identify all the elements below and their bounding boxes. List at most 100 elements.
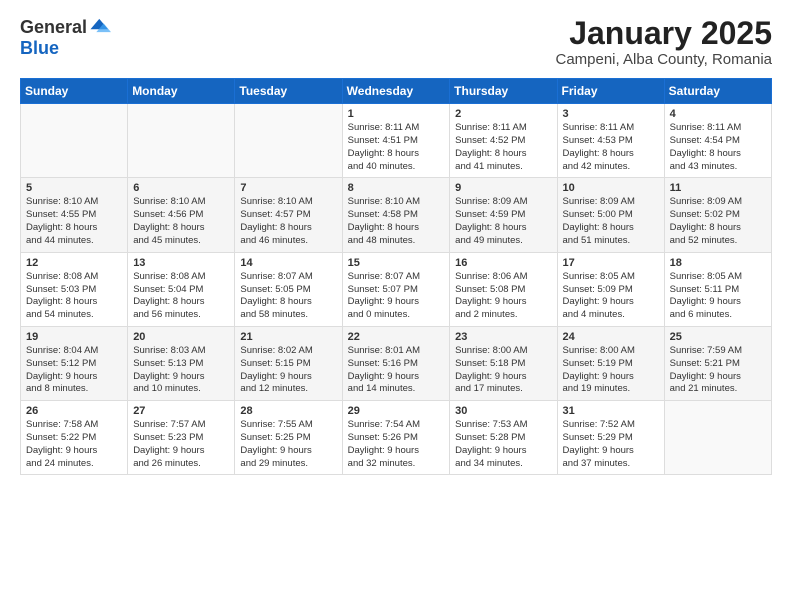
day-info: Sunrise: 7:55 AM Sunset: 5:25 PM Dayligh… xyxy=(240,419,336,470)
day-number: 5 xyxy=(26,182,122,194)
day-info: Sunrise: 8:11 AM Sunset: 4:52 PM Dayligh… xyxy=(455,122,551,173)
day-number: 13 xyxy=(133,257,229,269)
calendar-cell: 6 Sunrise: 8:10 AM Sunset: 4:56 PM Daylig… xyxy=(128,178,235,252)
day-info: Sunrise: 8:01 AM Sunset: 5:16 PM Dayligh… xyxy=(348,345,445,396)
day-info: Sunrise: 8:09 AM Sunset: 5:02 PM Dayligh… xyxy=(670,196,766,247)
day-number: 8 xyxy=(348,182,445,194)
day-number: 9 xyxy=(455,182,551,194)
day-info: Sunrise: 8:10 AM Sunset: 4:56 PM Dayligh… xyxy=(133,196,229,247)
calendar-cell: 29 Sunrise: 7:54 AM Sunset: 5:26 PM Dayli… xyxy=(342,401,450,475)
day-info: Sunrise: 8:10 AM Sunset: 4:58 PM Dayligh… xyxy=(348,196,445,247)
calendar-cell: 12Sunrise: 8:08 AM Sunset: 5:03 PM Dayli… xyxy=(21,252,128,326)
calendar-cell: 31 Sunrise: 7:52 AM Sunset: 5:29 PM Dayli… xyxy=(557,401,664,475)
calendar-cell: 27Sunrise: 7:57 AM Sunset: 5:23 PM Dayli… xyxy=(128,401,235,475)
col-friday: Friday xyxy=(557,79,664,104)
col-thursday: Thursday xyxy=(450,79,557,104)
calendar-cell: 16 Sunrise: 8:06 AM Sunset: 5:08 PM Dayli… xyxy=(450,252,557,326)
calendar-cell: 18 Sunrise: 8:05 AM Sunset: 5:11 PM Dayli… xyxy=(664,252,771,326)
day-info: Sunrise: 8:11 AM Sunset: 4:54 PM Dayligh… xyxy=(670,122,766,173)
calendar-cell: 14Sunrise: 8:07 AM Sunset: 5:05 PM Dayli… xyxy=(235,252,342,326)
day-number: 20 xyxy=(133,331,229,343)
day-number: 3 xyxy=(563,108,659,120)
day-info: Sunrise: 7:53 AM Sunset: 5:28 PM Dayligh… xyxy=(455,419,551,470)
col-tuesday: Tuesday xyxy=(235,79,342,104)
day-number: 29 xyxy=(348,405,445,417)
day-number: 4 xyxy=(670,108,766,120)
logo-icon xyxy=(89,16,111,38)
calendar-cell: 1 Sunrise: 8:11 AM Sunset: 4:51 PM Daylig… xyxy=(342,104,450,178)
day-number: 23 xyxy=(455,331,551,343)
calendar-week-row-4: 19 Sunrise: 8:04 AM Sunset: 5:12 PM Dayli… xyxy=(21,326,772,400)
day-number: 30 xyxy=(455,405,551,417)
day-number: 2 xyxy=(455,108,551,120)
day-number: 21 xyxy=(240,331,336,343)
day-number: 6 xyxy=(133,182,229,194)
day-info: Sunrise: 7:54 AM Sunset: 5:26 PM Dayligh… xyxy=(348,419,445,470)
calendar-cell: 20 Sunrise: 8:03 AM Sunset: 5:13 PM Dayli… xyxy=(128,326,235,400)
calendar-cell: 24Sunrise: 8:00 AM Sunset: 5:19 PM Dayli… xyxy=(557,326,664,400)
calendar-cell: 9 Sunrise: 8:09 AM Sunset: 4:59 PM Daylig… xyxy=(450,178,557,252)
header: General Blue January 2025 Campeni, Alba … xyxy=(20,16,772,68)
day-info: Sunrise: 8:10 AM Sunset: 4:55 PM Dayligh… xyxy=(26,196,122,247)
day-number: 15 xyxy=(348,257,445,269)
calendar-cell xyxy=(664,401,771,475)
day-number: 22 xyxy=(348,331,445,343)
calendar-week-row-5: 26Sunrise: 7:58 AM Sunset: 5:22 PM Dayli… xyxy=(21,401,772,475)
day-number: 18 xyxy=(670,257,766,269)
day-info: Sunrise: 8:06 AM Sunset: 5:08 PM Dayligh… xyxy=(455,271,551,322)
col-wednesday: Wednesday xyxy=(342,79,450,104)
day-info: Sunrise: 8:08 AM Sunset: 5:04 PM Dayligh… xyxy=(133,271,229,322)
calendar-cell: 5 Sunrise: 8:10 AM Sunset: 4:55 PM Daylig… xyxy=(21,178,128,252)
day-info: Sunrise: 8:11 AM Sunset: 4:53 PM Dayligh… xyxy=(563,122,659,173)
title-block: January 2025 Campeni, Alba County, Roman… xyxy=(555,16,772,68)
col-monday: Monday xyxy=(128,79,235,104)
day-info: Sunrise: 8:07 AM Sunset: 5:05 PM Dayligh… xyxy=(240,271,336,322)
day-info: Sunrise: 8:09 AM Sunset: 5:00 PM Dayligh… xyxy=(563,196,659,247)
page: General Blue January 2025 Campeni, Alba … xyxy=(0,0,792,612)
calendar-cell: 19 Sunrise: 8:04 AM Sunset: 5:12 PM Dayli… xyxy=(21,326,128,400)
day-info: Sunrise: 8:04 AM Sunset: 5:12 PM Dayligh… xyxy=(26,345,122,396)
col-sunday: Sunday xyxy=(21,79,128,104)
day-number: 10 xyxy=(563,182,659,194)
col-saturday: Saturday xyxy=(664,79,771,104)
logo: General Blue xyxy=(20,16,111,59)
calendar-cell xyxy=(235,104,342,178)
day-info: Sunrise: 7:52 AM Sunset: 5:29 PM Dayligh… xyxy=(563,419,659,470)
calendar-cell: 30 Sunrise: 7:53 AM Sunset: 5:28 PM Dayli… xyxy=(450,401,557,475)
calendar-cell: 13 Sunrise: 8:08 AM Sunset: 5:04 PM Dayli… xyxy=(128,252,235,326)
day-info: Sunrise: 7:59 AM Sunset: 5:21 PM Dayligh… xyxy=(670,345,766,396)
day-number: 16 xyxy=(455,257,551,269)
calendar-cell: 15Sunrise: 8:07 AM Sunset: 5:07 PM Dayli… xyxy=(342,252,450,326)
day-number: 1 xyxy=(348,108,445,120)
calendar-cell: 2 Sunrise: 8:11 AM Sunset: 4:52 PM Daylig… xyxy=(450,104,557,178)
day-number: 31 xyxy=(563,405,659,417)
calendar-cell: 10 Sunrise: 8:09 AM Sunset: 5:00 PM Dayli… xyxy=(557,178,664,252)
calendar-subtitle: Campeni, Alba County, Romania xyxy=(555,51,772,68)
calendar-cell: 25 Sunrise: 7:59 AM Sunset: 5:21 PM Dayli… xyxy=(664,326,771,400)
day-number: 19 xyxy=(26,331,122,343)
calendar-cell: 7Sunrise: 8:10 AM Sunset: 4:57 PM Daylig… xyxy=(235,178,342,252)
calendar-cell: 4 Sunrise: 8:11 AM Sunset: 4:54 PM Daylig… xyxy=(664,104,771,178)
logo-general-text: General xyxy=(20,17,87,38)
calendar-cell: 21Sunrise: 8:02 AM Sunset: 5:15 PM Dayli… xyxy=(235,326,342,400)
calendar-cell: 3 Sunrise: 8:11 AM Sunset: 4:53 PM Daylig… xyxy=(557,104,664,178)
day-info: Sunrise: 7:57 AM Sunset: 5:23 PM Dayligh… xyxy=(133,419,229,470)
day-info: Sunrise: 8:09 AM Sunset: 4:59 PM Dayligh… xyxy=(455,196,551,247)
day-info: Sunrise: 8:03 AM Sunset: 5:13 PM Dayligh… xyxy=(133,345,229,396)
day-info: Sunrise: 8:08 AM Sunset: 5:03 PM Dayligh… xyxy=(26,271,122,322)
calendar-cell: 11Sunrise: 8:09 AM Sunset: 5:02 PM Dayli… xyxy=(664,178,771,252)
calendar-title: January 2025 xyxy=(555,16,772,51)
calendar-cell: 26Sunrise: 7:58 AM Sunset: 5:22 PM Dayli… xyxy=(21,401,128,475)
day-number: 7 xyxy=(240,182,336,194)
calendar-week-row-1: 1 Sunrise: 8:11 AM Sunset: 4:51 PM Daylig… xyxy=(21,104,772,178)
day-info: Sunrise: 8:11 AM Sunset: 4:51 PM Dayligh… xyxy=(348,122,445,173)
day-number: 17 xyxy=(563,257,659,269)
calendar-header-row: Sunday Monday Tuesday Wednesday Thursday… xyxy=(21,79,772,104)
day-info: Sunrise: 7:58 AM Sunset: 5:22 PM Dayligh… xyxy=(26,419,122,470)
day-number: 24 xyxy=(563,331,659,343)
day-info: Sunrise: 8:05 AM Sunset: 5:11 PM Dayligh… xyxy=(670,271,766,322)
day-info: Sunrise: 8:05 AM Sunset: 5:09 PM Dayligh… xyxy=(563,271,659,322)
calendar-cell: 22 Sunrise: 8:01 AM Sunset: 5:16 PM Dayli… xyxy=(342,326,450,400)
day-number: 25 xyxy=(670,331,766,343)
calendar-cell: 28Sunrise: 7:55 AM Sunset: 5:25 PM Dayli… xyxy=(235,401,342,475)
